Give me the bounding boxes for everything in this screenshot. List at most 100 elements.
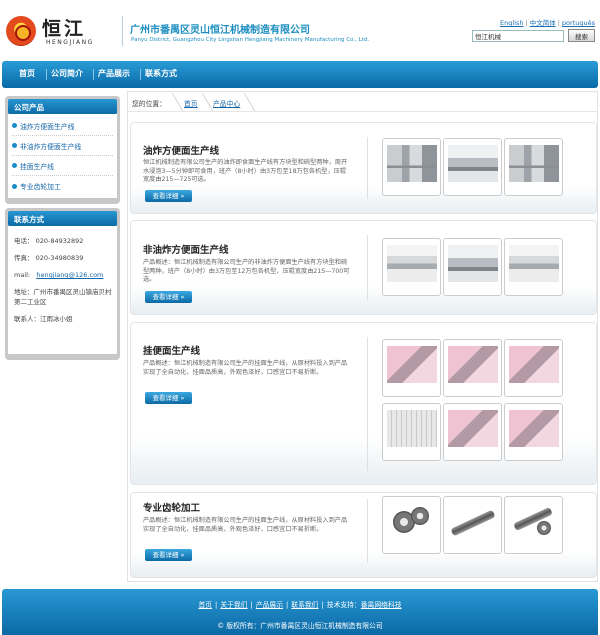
product-thumbnail[interactable] <box>443 339 502 397</box>
product-description: 产品概述：恒江机械制造有限公司生产的挂面生产线，从原材料投入到产品实现了全自动化… <box>143 360 348 376</box>
breadcrumb-products-link[interactable]: 产品中心 <box>213 98 240 108</box>
email-link[interactable]: hengjiang@126.com <box>36 271 103 279</box>
search-button[interactable]: 搜索 <box>568 29 595 42</box>
product-card: 挂便面生产线 产品概述：恒江机械制造有限公司生产的挂面生产线，从原材料投入到产品… <box>130 322 597 485</box>
product-thumbnail[interactable] <box>504 403 563 461</box>
nav-item-contact[interactable]: 联系方式 <box>145 68 177 79</box>
contact-email: mail: hengjiang@126.com <box>14 271 104 279</box>
machine-photo <box>509 346 559 383</box>
sidebar-item-label: 挂面生产线 <box>20 162 54 171</box>
search-input[interactable] <box>472 30 564 42</box>
factory-photo <box>448 245 498 282</box>
sidebar-item-label: 非油炸方便面生产线 <box>20 142 82 151</box>
product-title[interactable]: 挂便面生产线 <box>143 343 200 357</box>
language-portuguese-link[interactable]: português <box>562 19 595 27</box>
contact-address: 地址：广州市番禺区灵山镇庙贝村第二工业区 <box>14 288 112 306</box>
gear-photo <box>387 503 437 540</box>
product-thumbnail[interactable] <box>504 339 563 397</box>
product-thumbnail[interactable] <box>504 138 563 196</box>
nav-item-products[interactable]: 产品展示 <box>98 68 130 79</box>
shaft-icon <box>450 509 496 537</box>
footer-support-link[interactable]: 番禺网络科技 <box>361 601 402 609</box>
footer-copyright: © 版权所有：广州市番禺区灵山恒江机械制造有限公司 <box>217 622 383 630</box>
breadcrumb-label: 您的位置： <box>132 100 166 108</box>
view-details-button[interactable]: 查看详细 » <box>145 190 192 202</box>
sidebar-item-label: 专业齿轮加工 <box>20 183 61 191</box>
product-thumbnail[interactable] <box>382 138 441 196</box>
machine-photo <box>448 410 498 447</box>
sidebar-products-list: 油炸方便面生产线 非油炸方便面生产线 挂面生产线 专业齿轮加工 <box>8 114 117 198</box>
company-name-chinese: 广州市番禺区灵山恒江机械制造有限公司 <box>130 25 310 36</box>
contact-fax: 传真： 020-34980839 <box>14 254 84 262</box>
sidebar-item-fried-noodle-line[interactable]: 油炸方便面生产线 <box>12 116 113 136</box>
product-divider <box>367 499 368 563</box>
logo-emblem-icon <box>6 16 36 46</box>
contact-phone: 电话： 020-84932892 <box>14 237 84 245</box>
breadcrumb-home-link[interactable]: 首页 <box>184 98 198 108</box>
company-logo[interactable]: 恒江 HENGJIANG <box>6 12 116 50</box>
product-description: 产品概述：恒江机械制造有限公司生产的非油炸方便面生产线有方块型和碗型两种，班产（… <box>143 259 350 283</box>
nav-item-home[interactable]: 首页 <box>19 68 35 79</box>
sidebar-item-gear-machining[interactable]: 专业齿轮加工 <box>12 176 113 196</box>
logo-english-text: HENGJIANG <box>46 39 94 46</box>
footer-link-contact[interactable]: 联系我们 <box>291 601 318 609</box>
nav-item-about[interactable]: 公司简介 <box>51 68 83 79</box>
product-card: 油炸方便面生产线 恒江机械制造有限公司生产的油炸即食面生产线有方块型和碗型两种，… <box>130 122 597 214</box>
bullet-icon <box>12 143 17 148</box>
product-divider <box>367 337 368 471</box>
factory-photo <box>509 245 559 282</box>
bullet-icon <box>12 123 17 128</box>
product-thumbnail[interactable] <box>443 238 502 296</box>
product-thumbnail[interactable] <box>382 496 441 554</box>
machine-photo <box>387 346 437 383</box>
product-thumbnail[interactable] <box>382 403 441 461</box>
product-thumbnail[interactable] <box>443 496 502 554</box>
view-details-button[interactable]: 查看详细 » <box>145 392 192 404</box>
view-details-button[interactable]: 查看详细 » <box>145 291 192 303</box>
product-thumbnail[interactable] <box>382 238 441 296</box>
product-thumbnail[interactable] <box>382 339 441 397</box>
product-thumbnail[interactable] <box>443 138 502 196</box>
product-title[interactable]: 专业齿轮加工 <box>143 500 200 514</box>
sidebar-contact-title: 联系方式 <box>8 211 117 226</box>
breadcrumb: 您的位置： 首页 产品中心 <box>128 92 597 112</box>
site-footer: 首页 | 关于我们 | 产品展示 | 联系我们 | 技术支持：番禺网络科技 © 版权所有：广州市… <box>2 589 598 635</box>
product-divider <box>367 235 368 301</box>
nav-divider <box>46 69 47 80</box>
gear-icon <box>537 521 551 535</box>
language-chinese-link[interactable]: 中文简体 <box>530 19 556 27</box>
product-thumbnail[interactable] <box>443 403 502 461</box>
product-title[interactable]: 非油炸方便面生产线 <box>143 242 229 256</box>
product-card: 非油炸方便面生产线 产品概述：恒江机械制造有限公司生产的非油炸方便面生产线有方块… <box>130 220 597 315</box>
nav-divider <box>93 69 94 80</box>
footer-link-about[interactable]: 关于我们 <box>220 601 247 609</box>
product-description: 恒江机械制造有限公司生产的油炸即食面生产线有方块型和碗型两种，周开水浸泡3—5分… <box>143 159 348 183</box>
machine-photo <box>509 145 559 182</box>
machine-photo <box>387 145 437 182</box>
machine-photo <box>448 346 498 383</box>
footer-link-products[interactable]: 产品展示 <box>256 601 283 609</box>
sidebar-products-panel: 公司产品 油炸方便面生产线 非油炸方便面生产线 挂面生产线 专业齿轮加工 <box>5 96 120 204</box>
product-divider <box>367 137 368 199</box>
gear-icon <box>411 507 429 525</box>
product-thumbnail[interactable] <box>504 496 563 554</box>
sidebar-item-non-fried-noodle-line[interactable]: 非油炸方便面生产线 <box>12 136 113 156</box>
factory-photo <box>387 245 437 282</box>
nav-divider <box>140 69 141 80</box>
company-name-english: Panyu District, Guangzhou City Lingshan … <box>131 37 370 43</box>
language-english-link[interactable]: English <box>500 19 523 27</box>
view-details-button[interactable]: 查看详细 » <box>145 549 192 561</box>
sidebar-item-hanging-noodle-line[interactable]: 挂面生产线 <box>12 156 113 176</box>
main-content: 您的位置： 首页 产品中心 油炸方便面生产线 恒江机械制造有限公司生产的油炸即食… <box>127 91 598 582</box>
language-switcher: English | 中文简体 | português <box>500 19 595 27</box>
footer-support-label: 技术支持： <box>326 601 361 609</box>
product-title[interactable]: 油炸方便面生产线 <box>143 143 219 157</box>
header-divider <box>122 16 123 46</box>
footer-links: 首页 | 关于我们 | 产品展示 | 联系我们 | 技术支持：番禺网络科技 <box>198 601 402 609</box>
sidebar-contact-panel: 联系方式 电话： 020-84932892 传真： 020-34980839 m… <box>5 208 120 360</box>
product-description: 产品概述：恒江机械制造有限公司生产的挂面生产线，从原材料投入到产品实现了全自动化… <box>143 517 348 533</box>
site-header: 恒江 HENGJIANG 广州市番禺区灵山恒江机械制造有限公司 Panyu Di… <box>0 0 600 58</box>
bullet-icon <box>12 183 17 189</box>
product-thumbnail[interactable] <box>504 238 563 296</box>
footer-link-home[interactable]: 首页 <box>198 601 212 609</box>
